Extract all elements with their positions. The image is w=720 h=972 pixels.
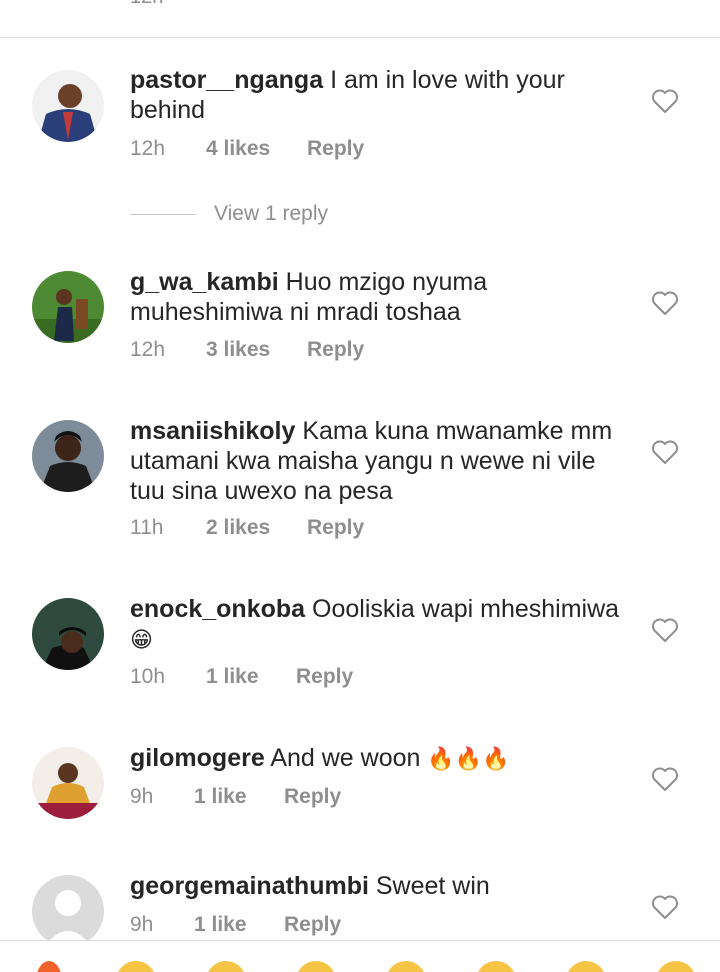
heart-outline-icon[interactable] bbox=[651, 617, 679, 643]
fire-emoji: 🔥🔥🔥 bbox=[427, 747, 510, 772]
comment-body: And we woon bbox=[270, 744, 421, 772]
avatar[interactable] bbox=[32, 420, 104, 492]
comment-time: 12h bbox=[130, 338, 166, 361]
avatar[interactable] bbox=[32, 747, 104, 819]
avatar[interactable] bbox=[32, 271, 104, 343]
comment-username[interactable]: gilomogere bbox=[130, 744, 265, 772]
comment-meta: 11h 2 likes Reply bbox=[130, 513, 364, 543]
comment-time: 12h bbox=[130, 137, 166, 160]
comment-meta: 12h 3 likes Reply bbox=[130, 335, 364, 365]
comment-body: Sweet win bbox=[375, 872, 490, 900]
divider bbox=[0, 37, 720, 38]
comment-text: georgemainathumbi Sweet win bbox=[130, 871, 630, 901]
reply-button[interactable]: Reply bbox=[284, 782, 341, 812]
reply-button[interactable]: Reply bbox=[307, 335, 364, 365]
comment-text: gilomogere And we woon 🔥🔥🔥 bbox=[130, 743, 630, 775]
view-replies-label: View 1 reply bbox=[214, 202, 329, 225]
heart-outline-icon[interactable] bbox=[651, 290, 679, 316]
grin-reaction-icon[interactable] bbox=[566, 961, 606, 972]
crying-reaction-icon[interactable] bbox=[296, 961, 336, 972]
comment-time: 9h bbox=[130, 913, 154, 936]
default-avatar-icon[interactable] bbox=[32, 875, 104, 947]
heart-outline-icon[interactable] bbox=[651, 88, 679, 114]
avatar[interactable] bbox=[32, 70, 104, 142]
comment-body: Oooliskia wapi mheshimiwa bbox=[312, 595, 620, 623]
avatar[interactable] bbox=[32, 598, 104, 670]
comment-time: 9h bbox=[130, 785, 154, 808]
heart-outline-icon[interactable] bbox=[651, 766, 679, 792]
fire-reaction-icon[interactable] bbox=[36, 961, 62, 972]
view-replies-button[interactable]: View 1 reply bbox=[130, 200, 328, 228]
wow-reaction-icon[interactable] bbox=[476, 961, 516, 972]
comment-meta: 9h 1 like Reply bbox=[130, 782, 341, 812]
reply-button[interactable]: Reply bbox=[296, 662, 353, 692]
clap-reaction-icon[interactable] bbox=[116, 961, 156, 972]
comment-likes[interactable]: 2 likes bbox=[206, 513, 307, 543]
comment-likes[interactable]: 3 likes bbox=[206, 335, 307, 365]
reply-button[interactable]: Reply bbox=[284, 910, 341, 940]
previous-comment-time: 12h bbox=[130, 0, 163, 9]
comment-username[interactable]: enock_onkoba bbox=[130, 595, 305, 623]
comment-text: msaniishikoly Kama kuna mwanamke mm utam… bbox=[130, 416, 630, 506]
comment-likes[interactable]: 1 like bbox=[194, 782, 284, 812]
reply-button[interactable]: Reply bbox=[307, 134, 364, 164]
comment-time: 11h bbox=[130, 516, 164, 539]
comment-text: g_wa_kambi Huo mzigo nyuma muheshimiwa n… bbox=[130, 267, 630, 327]
emoji-reaction-bar bbox=[0, 940, 720, 972]
heart-outline-icon[interactable] bbox=[651, 439, 679, 465]
replies-line bbox=[130, 213, 196, 215]
comment-time: 10h bbox=[130, 665, 166, 688]
heart-outline-icon[interactable] bbox=[651, 894, 679, 920]
heart-eyes-reaction-icon[interactable] bbox=[386, 961, 426, 972]
raised-hands-reaction-icon[interactable] bbox=[206, 961, 246, 972]
comment-username[interactable]: g_wa_kambi bbox=[130, 268, 279, 296]
comment-meta: 9h 1 like Reply bbox=[130, 910, 341, 940]
comment-username[interactable]: msaniishikoly bbox=[130, 417, 295, 445]
comment-likes[interactable]: 4 likes bbox=[206, 134, 307, 164]
comment-meta: 10h 1 like Reply bbox=[130, 662, 353, 692]
comment-username[interactable]: pastor__nganga bbox=[130, 66, 323, 94]
comment-likes[interactable]: 1 like bbox=[206, 662, 296, 692]
comment-text: enock_onkoba Oooliskia wapi mheshimiwa 😁 bbox=[130, 594, 630, 656]
reply-button[interactable]: Reply bbox=[307, 513, 364, 543]
comment-text: pastor__nganga I am in love with your be… bbox=[130, 65, 630, 125]
comment-likes[interactable]: 1 like bbox=[194, 910, 284, 940]
comment-username[interactable]: georgemainathumbi bbox=[130, 872, 369, 900]
comment-meta: 12h 4 likes Reply bbox=[130, 134, 364, 164]
laugh-reaction-icon[interactable] bbox=[656, 961, 696, 972]
comment-emoji: 😁 bbox=[130, 628, 153, 653]
